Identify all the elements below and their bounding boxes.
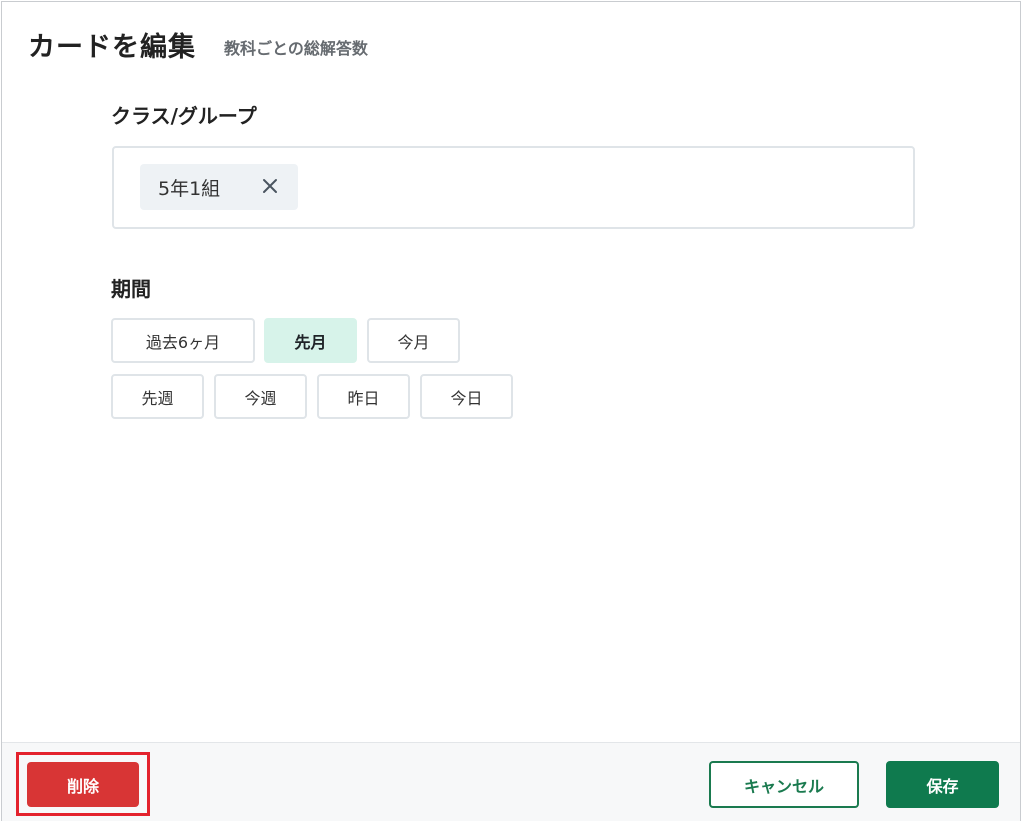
period-section-label: 期間 [111,277,151,301]
dialog-title: カードを編集 [28,32,196,63]
dialog-footer: 削除 キャンセル 保存 [2,742,1020,821]
close-icon[interactable] [258,174,282,198]
period-option-this-week[interactable]: 今週 [214,374,307,419]
save-button[interactable]: 保存 [886,761,999,808]
period-option-last-month[interactable]: 先月 [264,318,357,363]
period-option-yesterday[interactable]: 昨日 [317,374,410,419]
period-option-this-month[interactable]: 今月 [367,318,460,363]
edit-card-dialog: カードを編集 教科ごとの総解答数 クラス/グループ 5年1組 期間 過去6ヶ月 … [1,1,1021,821]
dialog-subtitle: 教科ごとの総解答数 [224,39,368,58]
group-section-label: クラス/グループ [111,104,257,128]
period-option-last-week[interactable]: 先週 [111,374,204,419]
group-select-field[interactable]: 5年1組 [112,146,915,229]
period-option-past-6-months[interactable]: 過去6ヶ月 [111,318,255,363]
period-option-today[interactable]: 今日 [420,374,513,419]
group-chip: 5年1組 [140,164,298,210]
cancel-button[interactable]: キャンセル [709,761,859,808]
group-chip-label: 5年1組 [158,177,221,200]
delete-button[interactable]: 削除 [27,762,139,807]
